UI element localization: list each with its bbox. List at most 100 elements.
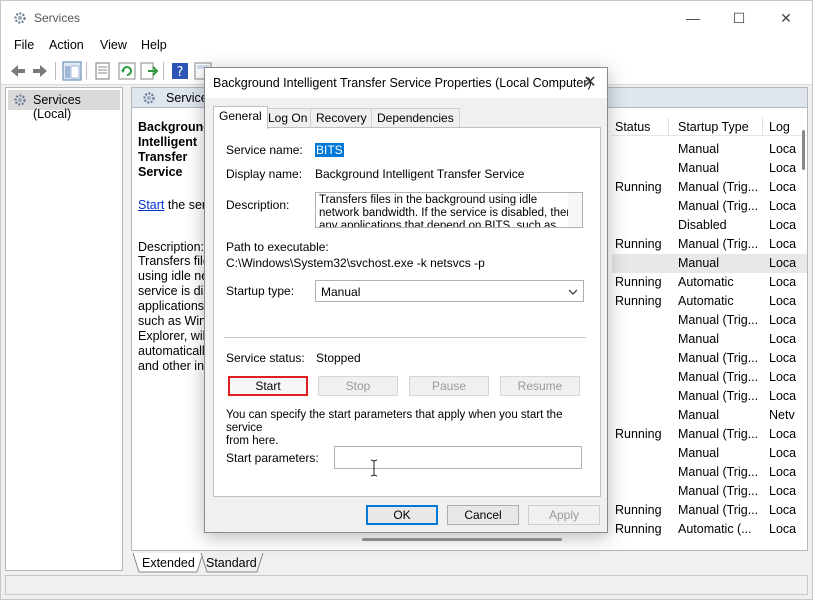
resume-button[interactable]: Resume bbox=[500, 376, 580, 396]
cell-startup-type: Manual (Trig... bbox=[678, 503, 759, 517]
cell-startup-type: Automatic bbox=[678, 275, 734, 289]
close-button[interactable]: ✕ bbox=[775, 7, 797, 29]
export-list-icon[interactable] bbox=[139, 61, 159, 81]
cell-status: Running bbox=[615, 180, 662, 194]
horizontal-scrollbar-thumb[interactable] bbox=[362, 538, 562, 541]
cell-startup-type: Manual (Trig... bbox=[678, 389, 759, 403]
start-parameters-hint: You can specify the start parameters tha… bbox=[226, 409, 563, 447]
description-textbox-text: Transfers files in the background using … bbox=[319, 194, 573, 228]
dialog-tabs: General Log On Recovery Dependencies bbox=[213, 106, 601, 129]
cell-log-on-as: Loca bbox=[769, 503, 797, 517]
tab-extended[interactable]: Extended bbox=[142, 553, 195, 573]
table-row[interactable]: Manual (Trig... Loca bbox=[612, 387, 807, 406]
table-row[interactable]: Running Automatic Loca bbox=[612, 273, 807, 292]
table-row[interactable]: Manual (Trig... Loca bbox=[612, 197, 807, 216]
cell-log-on-as: Loca bbox=[769, 351, 797, 365]
description-scrollbar[interactable] bbox=[568, 193, 582, 227]
refresh-icon[interactable] bbox=[117, 61, 137, 81]
table-row[interactable]: Running Automatic (... Loca bbox=[612, 520, 807, 539]
table-row[interactable]: Running Manual (Trig... Loca bbox=[612, 235, 807, 254]
dialog-close-button[interactable]: ✕ bbox=[579, 72, 601, 94]
cell-startup-type: Automatic (... bbox=[678, 522, 752, 536]
service-name-label: Service name: bbox=[226, 143, 303, 157]
cell-startup-type: Manual (Trig... bbox=[678, 370, 759, 384]
table-row[interactable]: Manual (Trig... Loca bbox=[612, 368, 807, 387]
table-row[interactable]: Manual (Trig... Loca bbox=[612, 311, 807, 330]
table-row[interactable]: Manual Loca bbox=[612, 140, 807, 159]
services-gear-icon bbox=[14, 94, 26, 106]
chevron-down-icon bbox=[568, 289, 578, 295]
tab-recovery[interactable]: Recovery bbox=[310, 108, 373, 128]
status-bar bbox=[5, 575, 808, 595]
path-label: Path to executable: bbox=[226, 240, 329, 254]
cell-log-on-as: Loca bbox=[769, 446, 797, 460]
cell-log-on-as: Loca bbox=[769, 199, 797, 213]
table-row[interactable]: Running Manual (Trig... Loca bbox=[612, 501, 807, 520]
tab-dependencies[interactable]: Dependencies bbox=[371, 108, 460, 128]
table-row[interactable]: Manual Loca bbox=[612, 254, 807, 273]
scrollbar-thumb[interactable] bbox=[802, 130, 805, 170]
menu-view[interactable]: View bbox=[100, 38, 127, 52]
cell-log-on-as: Loca bbox=[769, 389, 797, 403]
tree-item-services-local[interactable]: Services (Local) bbox=[8, 90, 120, 121]
minimize-button[interactable]: — bbox=[682, 7, 704, 29]
startup-type-dropdown[interactable]: Manual bbox=[315, 280, 584, 302]
table-row[interactable]: Manual (Trig... Loca bbox=[612, 482, 807, 501]
cell-startup-type: Manual bbox=[678, 332, 719, 346]
display-name-value[interactable]: Background Intelligent Transfer Service bbox=[315, 167, 524, 181]
menu-file[interactable]: File bbox=[14, 38, 34, 52]
cell-startup-type: Manual (Trig... bbox=[678, 465, 759, 479]
cell-log-on-as: Loca bbox=[769, 294, 797, 308]
console-tree-icon[interactable] bbox=[62, 61, 82, 81]
description-label: Description: bbox=[226, 198, 290, 212]
vertical-scrollbar[interactable] bbox=[799, 118, 807, 528]
back-arrow-icon[interactable] bbox=[8, 61, 28, 81]
ok-button[interactable]: OK bbox=[366, 505, 438, 525]
help-icon[interactable]: ? bbox=[170, 61, 190, 81]
table-row[interactable]: Manual Loca bbox=[612, 444, 807, 463]
cell-startup-type: Manual (Trig... bbox=[678, 484, 759, 498]
cell-startup-type: Manual bbox=[678, 256, 719, 270]
view-tabs: Extended Standard bbox=[131, 553, 808, 573]
services-gear-icon bbox=[143, 92, 155, 104]
cell-log-on-as: Loca bbox=[769, 522, 797, 536]
table-row[interactable]: Running Automatic Loca bbox=[612, 292, 807, 311]
column-header-startup-type[interactable]: Startup Type bbox=[678, 120, 749, 134]
service-status-value: Stopped bbox=[316, 351, 361, 365]
start-button[interactable]: Start bbox=[228, 376, 308, 396]
apply-button[interactable]: Apply bbox=[528, 505, 600, 525]
properties-icon[interactable] bbox=[93, 61, 113, 81]
path-value[interactable]: C:\Windows\System32\svchost.exe -k netsv… bbox=[226, 256, 485, 270]
cell-startup-type: Manual (Trig... bbox=[678, 199, 759, 213]
cell-log-on-as: Netv bbox=[769, 408, 795, 422]
list-column-headers: Status Startup Type Log bbox=[612, 118, 807, 136]
table-row[interactable]: Running Manual (Trig... Loca bbox=[612, 425, 807, 444]
tab-general[interactable]: General bbox=[213, 106, 268, 129]
table-row[interactable]: Manual Loca bbox=[612, 159, 807, 178]
cell-startup-type: Manual (Trig... bbox=[678, 237, 759, 251]
tab-log-on[interactable]: Log On bbox=[262, 108, 314, 128]
stop-button[interactable]: Stop bbox=[318, 376, 398, 396]
table-row[interactable]: Manual Netv bbox=[612, 406, 807, 425]
table-row[interactable]: Disabled Loca bbox=[612, 216, 807, 235]
menu-bar: File Action View Help bbox=[1, 35, 812, 57]
cell-log-on-as: Loca bbox=[769, 218, 797, 232]
table-row[interactable]: Manual Loca bbox=[612, 330, 807, 349]
column-header-log-on-as[interactable]: Log bbox=[769, 120, 790, 134]
menu-action[interactable]: Action bbox=[49, 38, 84, 52]
pause-button[interactable]: Pause bbox=[409, 376, 489, 396]
table-row[interactable]: Manual (Trig... Loca bbox=[612, 463, 807, 482]
forward-arrow-icon[interactable] bbox=[30, 61, 50, 81]
table-row[interactable]: Running Manual (Trig... Loca bbox=[612, 178, 807, 197]
cancel-button[interactable]: Cancel bbox=[447, 505, 519, 525]
window-title: Services bbox=[34, 11, 81, 25]
table-row[interactable]: Manual (Trig... Loca bbox=[612, 349, 807, 368]
tree-item-label: Services (Local) bbox=[33, 93, 81, 121]
column-header-status[interactable]: Status bbox=[615, 120, 650, 134]
maximize-button[interactable]: ☐ bbox=[728, 7, 750, 29]
tab-standard[interactable]: Standard bbox=[206, 553, 257, 573]
menu-help[interactable]: Help bbox=[141, 38, 167, 52]
description-textbox[interactable]: Transfers files in the background using … bbox=[315, 192, 583, 228]
service-name-value[interactable]: BITS bbox=[315, 143, 344, 157]
start-service-link[interactable]: Start bbox=[138, 198, 164, 212]
